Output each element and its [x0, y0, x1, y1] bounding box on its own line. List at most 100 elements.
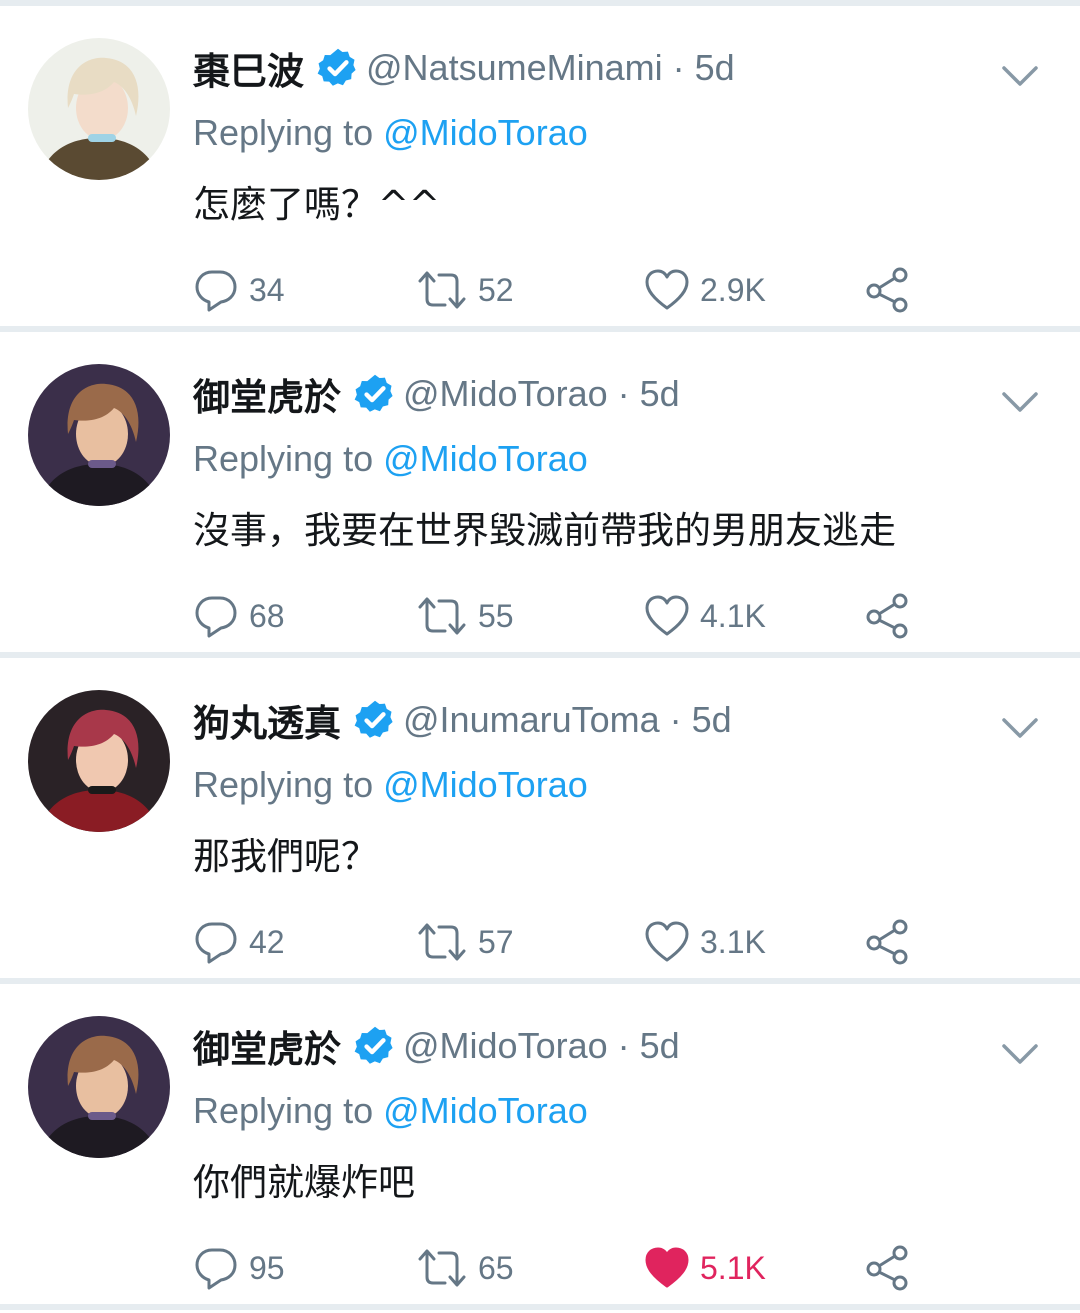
separator-dot: ·: [617, 373, 630, 414]
share-icon: [866, 267, 908, 313]
replying-to-label: Replying to: [193, 438, 384, 479]
replying-to-line: Replying to @MidoTorao: [193, 1090, 588, 1132]
retweet-button[interactable]: 65: [416, 1238, 514, 1298]
avatar[interactable]: [28, 364, 170, 506]
tweet-text: 怎麼了嗎？^^: [193, 183, 441, 226]
replying-to-label: Replying to: [193, 764, 384, 805]
chevron-down-icon[interactable]: [1000, 56, 1040, 96]
replying-to-line: Replying to @MidoTorao: [193, 764, 588, 806]
chevron-down-icon[interactable]: [1000, 1034, 1040, 1074]
tweet-actions: 68 55 4.1K: [0, 586, 1080, 646]
reply-count: 68: [249, 597, 285, 634]
like-button[interactable]: 3.1K: [644, 912, 766, 972]
retweet-icon: [418, 271, 466, 309]
share-icon: [866, 919, 908, 965]
like-button[interactable]: 2.9K: [644, 260, 766, 320]
reply-icon: [195, 270, 237, 312]
tweet-header: 棗巳波 @NatsumeMinami · 5d: [193, 40, 735, 96]
retweet-count: 55: [478, 597, 514, 634]
mention-link[interactable]: @MidoTorao: [383, 112, 588, 153]
tweet-header: 御堂虎於 @MidoTorao · 5d: [193, 366, 680, 422]
share-button[interactable]: [864, 586, 912, 646]
share-icon: [866, 593, 908, 639]
heart-icon: [645, 269, 689, 310]
retweet-button[interactable]: 55: [416, 586, 514, 646]
replying-to-line: Replying to @MidoTorao: [193, 438, 588, 480]
retweet-icon: [418, 1249, 466, 1287]
heart-icon: [645, 595, 689, 636]
share-button[interactable]: [864, 1238, 912, 1298]
retweet-count: 52: [478, 271, 514, 308]
display-name[interactable]: 棗巳波: [193, 41, 304, 95]
tweet-header: 狗丸透真 @InumaruToma · 5d: [193, 692, 732, 748]
avatar[interactable]: [28, 690, 170, 832]
tweet-header: 御堂虎於 @MidoTorao · 5d: [193, 1018, 680, 1074]
verified-badge-icon: [354, 374, 393, 412]
timestamp[interactable]: 5d: [692, 699, 732, 741]
user-handle[interactable]: @MidoTorao: [403, 373, 608, 415]
chevron-down-icon[interactable]: [1000, 708, 1040, 748]
retweet-icon: [418, 597, 466, 635]
reply-count: 95: [249, 1249, 285, 1286]
retweet-icon: [418, 923, 466, 961]
reply-icon: [195, 596, 237, 638]
like-button[interactable]: 4.1K: [644, 586, 766, 646]
mention-link[interactable]: @MidoTorao: [383, 438, 588, 479]
tweet[interactable]: 狗丸透真 @InumaruToma · 5d Replying to @Mido…: [0, 658, 1080, 984]
tweet-text: 沒事，我要在世界毀滅前帶我的男朋友逃走: [193, 509, 896, 552]
replying-to-line: Replying to @MidoTorao: [193, 112, 588, 154]
reply-button[interactable]: 95: [193, 1238, 285, 1298]
mention-link[interactable]: @MidoTorao: [383, 1090, 588, 1131]
share-button[interactable]: [864, 912, 912, 972]
replying-to-label: Replying to: [193, 1090, 384, 1131]
like-count: 4.1K: [700, 597, 766, 634]
like-button[interactable]: 5.1K: [644, 1238, 766, 1298]
reply-button[interactable]: 68: [193, 586, 285, 646]
verified-badge-icon: [354, 1026, 393, 1064]
timestamp[interactable]: 5d: [640, 373, 680, 415]
mention-link[interactable]: @MidoTorao: [383, 764, 588, 805]
tweet-text: 你們就爆炸吧: [193, 1161, 415, 1204]
like-count: 2.9K: [700, 271, 766, 308]
user-handle[interactable]: @InumaruToma: [403, 699, 660, 741]
reply-count: 34: [249, 271, 285, 308]
timeline: 棗巳波 @NatsumeMinami · 5d Replying to @Mid…: [0, 6, 1080, 1310]
verified-badge-icon: [317, 48, 356, 86]
share-button[interactable]: [864, 260, 912, 320]
display-name[interactable]: 御堂虎於: [193, 367, 341, 421]
avatar-image: [28, 38, 170, 180]
tweet[interactable]: 御堂虎於 @MidoTorao · 5d Replying to @MidoTo…: [0, 332, 1080, 658]
avatar-image: [28, 690, 170, 832]
tweet-text: 那我們呢？: [193, 835, 378, 878]
retweet-count: 65: [478, 1249, 514, 1286]
separator-dot: ·: [669, 699, 682, 740]
reply-icon: [195, 922, 237, 964]
user-handle[interactable]: @NatsumeMinami: [366, 47, 663, 89]
retweet-button[interactable]: 57: [416, 912, 514, 972]
separator-dot: ·: [672, 47, 685, 88]
timestamp[interactable]: 5d: [695, 47, 735, 89]
display-name[interactable]: 狗丸透真: [193, 693, 341, 747]
retweet-count: 57: [478, 923, 514, 960]
heart-icon: [645, 921, 689, 962]
avatar-image: [28, 1016, 170, 1158]
reply-count: 42: [249, 923, 285, 960]
tweet[interactable]: 御堂虎於 @MidoTorao · 5d Replying to @MidoTo…: [0, 984, 1080, 1310]
user-handle[interactable]: @MidoTorao: [403, 1025, 608, 1067]
chevron-down-icon[interactable]: [1000, 382, 1040, 422]
tweet[interactable]: 棗巳波 @NatsumeMinami · 5d Replying to @Mid…: [0, 6, 1080, 332]
avatar[interactable]: [28, 1016, 170, 1158]
verified-badge-icon: [354, 700, 393, 738]
reply-button[interactable]: 42: [193, 912, 285, 972]
tweet-actions: 42 57 3.1K: [0, 912, 1080, 972]
avatar[interactable]: [28, 38, 170, 180]
retweet-button[interactable]: 52: [416, 260, 514, 320]
tweet-actions: 95 65 5.1K: [0, 1238, 1080, 1298]
heart-icon: [645, 1247, 689, 1288]
avatar-image: [28, 364, 170, 506]
display-name[interactable]: 御堂虎於: [193, 1019, 341, 1073]
timestamp[interactable]: 5d: [640, 1025, 680, 1067]
reply-button[interactable]: 34: [193, 260, 285, 320]
share-icon: [866, 1245, 908, 1291]
replying-to-label: Replying to: [193, 112, 384, 153]
